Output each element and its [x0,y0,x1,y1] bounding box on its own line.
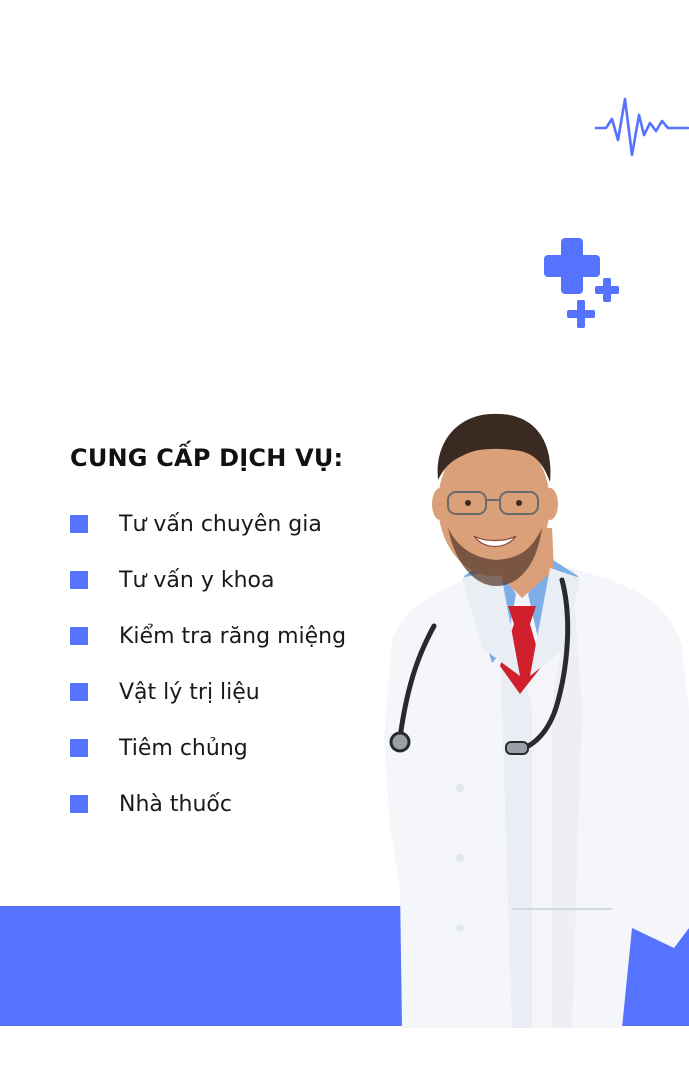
services-section: CUNG CẤP DỊCH VỤ: Tư vấn chuyên gia Tư v… [70,440,346,832]
service-label: Nhà thuốc [119,791,232,817]
service-item-expert-consult: Tư vấn chuyên gia [70,496,346,552]
doctor-photo [384,413,689,1028]
services-title: CUNG CẤP DỊCH VỤ: [70,444,344,472]
service-item-vaccination: Tiêm chủng [70,720,346,776]
service-label: Kiểm tra răng miệng [119,623,347,649]
bullet-square-icon [70,571,88,589]
services-list: Tư vấn chuyên gia Tư vấn y khoa Kiểm tra… [70,496,346,832]
bullet-square-icon [70,627,88,645]
service-item-medical-consult: Tư vấn y khoa [70,552,346,608]
bullet-square-icon [70,515,88,533]
service-item-physiotherapy: Vật lý trị liệu [70,664,346,720]
service-label: Tư vấn chuyên gia [119,511,322,537]
service-label: Vật lý trị liệu [119,679,260,705]
bullet-square-icon [70,683,88,701]
service-item-pharmacy: Nhà thuốc [70,776,346,832]
services-poster: CUNG CẤP DỊCH VỤ: Tư vấn chuyên gia Tư v… [0,0,689,1080]
medical-cross-icon [544,238,619,328]
bullet-square-icon [70,795,88,813]
service-label: Tư vấn y khoa [119,567,275,593]
service-label: Tiêm chủng [119,735,248,761]
bullet-square-icon [70,739,88,757]
heartbeat-icon [594,97,689,157]
service-item-dental-check: Kiểm tra răng miệng [70,608,346,664]
